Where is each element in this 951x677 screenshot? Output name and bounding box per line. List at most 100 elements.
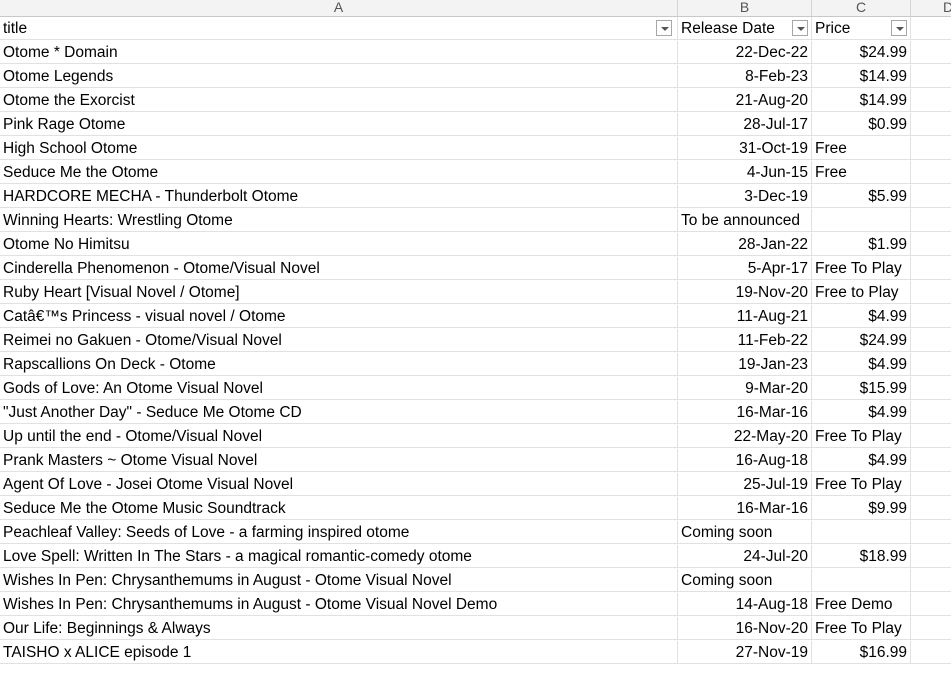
release-date-cell[interactable]: 8-Feb-23	[678, 65, 812, 88]
title-cell[interactable]: Our Life: Beginnings & Always	[0, 617, 678, 640]
empty-cell[interactable]	[911, 521, 951, 544]
empty-cell[interactable]	[911, 41, 951, 64]
price-cell[interactable]: $14.99	[812, 65, 911, 88]
release-date-cell[interactable]: 11-Aug-21	[678, 305, 812, 328]
title-cell[interactable]: Seduce Me the Otome	[0, 161, 678, 184]
release-date-cell[interactable]: 19-Jan-23	[678, 353, 812, 376]
title-cell[interactable]: Wishes In Pen: Chrysanthemums in August …	[0, 593, 678, 616]
empty-cell[interactable]	[911, 473, 951, 496]
empty-cell[interactable]	[911, 497, 951, 520]
price-cell[interactable]: $9.99	[812, 497, 911, 520]
price-cell[interactable]: Free to Play	[812, 281, 911, 304]
release-date-cell[interactable]: 21-Aug-20	[678, 89, 812, 112]
release-date-cell[interactable]: 27-Nov-19	[678, 641, 812, 664]
title-cell[interactable]: Reimei no Gakuen - Otome/Visual Novel	[0, 329, 678, 352]
title-cell[interactable]: Cinderella Phenomenon - Otome/Visual Nov…	[0, 257, 678, 280]
price-cell[interactable]: $4.99	[812, 305, 911, 328]
empty-cell[interactable]	[911, 377, 951, 400]
price-cell[interactable]: Free To Play	[812, 257, 911, 280]
header-cell-price[interactable]: Price	[812, 17, 911, 40]
release-date-cell[interactable]: 4-Jun-15	[678, 161, 812, 184]
release-date-cell[interactable]: 22-Dec-22	[678, 41, 812, 64]
price-cell[interactable]: $0.99	[812, 113, 911, 136]
title-cell[interactable]: Peachleaf Valley: Seeds of Love - a farm…	[0, 521, 678, 544]
empty-cell[interactable]	[911, 17, 951, 40]
empty-cell[interactable]	[911, 401, 951, 424]
empty-cell[interactable]	[911, 65, 951, 88]
header-cell-release-date[interactable]: Release Date	[678, 17, 812, 40]
title-cell[interactable]: HARDCORE MECHA - Thunderbolt Otome	[0, 185, 678, 208]
price-cell[interactable]: $16.99	[812, 641, 911, 664]
empty-cell[interactable]	[911, 137, 951, 160]
price-cell[interactable]: $24.99	[812, 41, 911, 64]
price-cell[interactable]: $15.99	[812, 377, 911, 400]
price-cell[interactable]: $1.99	[812, 233, 911, 256]
release-date-cell[interactable]: 28-Jan-22	[678, 233, 812, 256]
column-header-c[interactable]: C	[812, 0, 911, 16]
price-cell[interactable]: $4.99	[812, 449, 911, 472]
release-date-cell[interactable]: Coming soon	[678, 521, 812, 544]
empty-cell[interactable]	[911, 617, 951, 640]
filter-dropdown-icon[interactable]	[792, 20, 808, 36]
title-cell[interactable]: Catâ€™s Princess - visual novel / Otome	[0, 305, 678, 328]
title-cell[interactable]: Winning Hearts: Wrestling Otome	[0, 209, 678, 232]
title-cell[interactable]: "Just Another Day" - Seduce Me Otome CD	[0, 401, 678, 424]
release-date-cell[interactable]: 14-Aug-18	[678, 593, 812, 616]
empty-cell[interactable]	[911, 233, 951, 256]
empty-cell[interactable]	[911, 281, 951, 304]
title-cell[interactable]: Seduce Me the Otome Music Soundtrack	[0, 497, 678, 520]
release-date-cell[interactable]: 16-Nov-20	[678, 617, 812, 640]
release-date-cell[interactable]: 25-Jul-19	[678, 473, 812, 496]
title-cell[interactable]: Love Spell: Written In The Stars - a mag…	[0, 545, 678, 568]
title-cell[interactable]: Gods of Love: An Otome Visual Novel	[0, 377, 678, 400]
release-date-cell[interactable]: 31-Oct-19	[678, 137, 812, 160]
empty-cell[interactable]	[911, 185, 951, 208]
release-date-cell[interactable]: 3-Dec-19	[678, 185, 812, 208]
price-cell[interactable]: Free To Play	[812, 425, 911, 448]
release-date-cell[interactable]: 5-Apr-17	[678, 257, 812, 280]
filter-dropdown-icon[interactable]	[656, 20, 672, 36]
price-cell[interactable]: $5.99	[812, 185, 911, 208]
filter-dropdown-icon[interactable]	[891, 20, 907, 36]
price-cell[interactable]: $4.99	[812, 353, 911, 376]
title-cell[interactable]: Pink Rage Otome	[0, 113, 678, 136]
title-cell[interactable]: Agent Of Love - Josei Otome Visual Novel	[0, 473, 678, 496]
release-date-cell[interactable]: To be announced	[678, 209, 812, 232]
price-cell[interactable]: Free To Play	[812, 473, 911, 496]
title-cell[interactable]: Rapscallions On Deck - Otome	[0, 353, 678, 376]
price-cell[interactable]	[812, 209, 911, 232]
empty-cell[interactable]	[911, 353, 951, 376]
release-date-cell[interactable]: Coming soon	[678, 569, 812, 592]
title-cell[interactable]: Ruby Heart [Visual Novel / Otome]	[0, 281, 678, 304]
title-cell[interactable]: Otome Legends	[0, 65, 678, 88]
empty-cell[interactable]	[911, 545, 951, 568]
column-header-a[interactable]: A	[0, 0, 678, 16]
title-cell[interactable]: Otome * Domain	[0, 41, 678, 64]
price-cell[interactable]: Free Demo	[812, 593, 911, 616]
title-cell[interactable]: Prank Masters ~ Otome Visual Novel	[0, 449, 678, 472]
price-cell[interactable]: $4.99	[812, 401, 911, 424]
price-cell[interactable]	[812, 521, 911, 544]
release-date-cell[interactable]: 16-Mar-16	[678, 497, 812, 520]
release-date-cell[interactable]: 16-Aug-18	[678, 449, 812, 472]
price-cell[interactable]: $18.99	[812, 545, 911, 568]
empty-cell[interactable]	[911, 257, 951, 280]
title-cell[interactable]: Wishes In Pen: Chrysanthemums in August …	[0, 569, 678, 592]
title-cell[interactable]: Otome the Exorcist	[0, 89, 678, 112]
price-cell[interactable]: $14.99	[812, 89, 911, 112]
price-cell[interactable]: Free	[812, 161, 911, 184]
price-cell[interactable]	[812, 569, 911, 592]
empty-cell[interactable]	[911, 113, 951, 136]
empty-cell[interactable]	[911, 425, 951, 448]
title-cell[interactable]: TAISHO x ALICE episode 1	[0, 641, 678, 664]
release-date-cell[interactable]: 16-Mar-16	[678, 401, 812, 424]
release-date-cell[interactable]: 28-Jul-17	[678, 113, 812, 136]
price-cell[interactable]: $24.99	[812, 329, 911, 352]
release-date-cell[interactable]: 9-Mar-20	[678, 377, 812, 400]
empty-cell[interactable]	[911, 449, 951, 472]
release-date-cell[interactable]: 22-May-20	[678, 425, 812, 448]
empty-cell[interactable]	[911, 641, 951, 664]
release-date-cell[interactable]: 24-Jul-20	[678, 545, 812, 568]
release-date-cell[interactable]: 19-Nov-20	[678, 281, 812, 304]
empty-cell[interactable]	[911, 593, 951, 616]
